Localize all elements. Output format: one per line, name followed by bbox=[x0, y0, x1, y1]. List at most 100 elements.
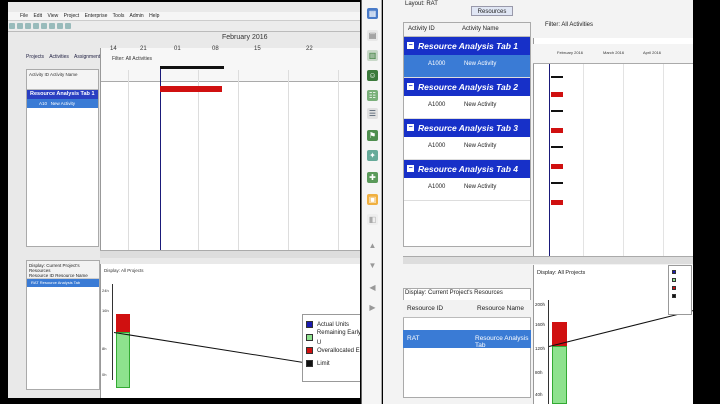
activity-id: A1000 bbox=[428, 143, 446, 149]
toolbar-button-icon[interactable] bbox=[57, 23, 63, 29]
resource-display-label: Display: Current Project's Resources bbox=[405, 290, 503, 296]
resource-list-header: Resource ID Resource Name bbox=[403, 300, 531, 318]
menu-file[interactable]: File bbox=[20, 13, 28, 19]
menu-bar: File Edit View Project Enterprise Tools … bbox=[8, 12, 360, 21]
y-tick-label: 8h bbox=[102, 346, 107, 351]
eps-icon[interactable]: ▤ bbox=[367, 30, 378, 41]
gantt-chart[interactable] bbox=[533, 38, 693, 260]
activity-bar[interactable] bbox=[160, 86, 222, 92]
legend-swatch bbox=[306, 360, 313, 367]
histogram-legend: Actual Units Remaining Early U Overalloc… bbox=[302, 314, 360, 382]
activity-id: A10 bbox=[39, 101, 48, 106]
summary-bar[interactable] bbox=[551, 146, 563, 148]
menu-edit[interactable]: Edit bbox=[33, 13, 42, 19]
arrow-left-icon[interactable]: ◀ bbox=[367, 282, 378, 293]
gantt-month-label: February 2016 bbox=[222, 34, 268, 41]
work-products-icon[interactable]: ◧ bbox=[367, 214, 378, 225]
activities-icon[interactable]: ☷ bbox=[367, 90, 378, 101]
resource-row[interactable]: RAT Resource Analysis Tab bbox=[27, 279, 99, 287]
tab-resources[interactable]: Resources bbox=[471, 6, 513, 16]
y-tick-label: 0h bbox=[102, 372, 107, 377]
activity-id: A1000 bbox=[428, 184, 446, 190]
summary-bar[interactable] bbox=[551, 76, 563, 78]
resources-icon[interactable]: ☺ bbox=[367, 70, 378, 81]
toolbar-button-icon[interactable] bbox=[25, 23, 31, 29]
activity-bar[interactable] bbox=[551, 200, 563, 205]
table-row[interactable]: A10 New Activity bbox=[27, 99, 98, 108]
toolbar-button-icon[interactable] bbox=[33, 23, 39, 29]
resource-columns[interactable]: Resource ID Resource Name bbox=[29, 273, 97, 278]
collapse-icon[interactable]: − bbox=[407, 124, 414, 131]
table-row[interactable]: A1000 New Activity bbox=[404, 55, 530, 78]
directory-toolbar: ▦ ▤ ▥ ☺ ☷ ☰ ⚑ ✦ ✚ ▣ ◧ ▲ ▼ ◀ ▶ bbox=[361, 0, 382, 404]
column-header-activity-name[interactable]: Activity Name bbox=[462, 26, 499, 32]
risks-icon[interactable]: ✦ bbox=[367, 150, 378, 161]
resource-row[interactable]: RAT Resource Analysis Tab bbox=[403, 330, 531, 349]
group-band[interactable]: − Resource Analysis Tab 2 bbox=[404, 78, 530, 96]
group-band-label: Resource Analysis Tab 4 bbox=[418, 164, 518, 174]
horizontal-scrollbar[interactable] bbox=[100, 250, 360, 258]
tab-projects[interactable]: Projects bbox=[26, 54, 44, 60]
summary-bar[interactable] bbox=[551, 182, 563, 184]
view-tabs: Projects Activities Assignments bbox=[26, 54, 107, 60]
projects-icon[interactable]: ▦ bbox=[367, 8, 378, 19]
gantt-gridline bbox=[623, 64, 624, 260]
group-band[interactable]: Resource Analysis Tab 1 bbox=[27, 90, 98, 99]
activity-bar[interactable] bbox=[551, 92, 563, 97]
table-row[interactable]: A1000 New Activity bbox=[404, 96, 530, 119]
summary-bar[interactable] bbox=[551, 110, 563, 112]
toolbar-button-icon[interactable] bbox=[17, 23, 23, 29]
tracking-icon[interactable]: ⚑ bbox=[367, 130, 378, 141]
activity-grid-header[interactable]: Activity ID Activity Name bbox=[27, 70, 98, 90]
activity-name: New Activity bbox=[464, 102, 497, 108]
menu-tools[interactable]: Tools bbox=[113, 13, 125, 19]
y-tick-label: 16h bbox=[102, 308, 109, 313]
toolbar-button-icon[interactable] bbox=[41, 23, 47, 29]
y-tick-label: 24h bbox=[102, 288, 109, 293]
assignments-icon[interactable]: ☰ bbox=[367, 108, 378, 119]
tab-activities[interactable]: Activities bbox=[49, 54, 69, 60]
right-primavera-window: Layout: RAT Resources Activity ID Activi… bbox=[383, 0, 693, 404]
group-band[interactable]: − Resource Analysis Tab 3 bbox=[404, 119, 530, 137]
activity-bar[interactable] bbox=[551, 128, 563, 133]
toolbar-button-icon[interactable] bbox=[49, 23, 55, 29]
column-header-resource-id[interactable]: Resource ID bbox=[407, 305, 443, 312]
table-row[interactable]: A1000 New Activity bbox=[404, 178, 530, 201]
activity-bar[interactable] bbox=[551, 164, 563, 169]
legend-item: Limit bbox=[306, 357, 360, 370]
overallocated-bar bbox=[116, 314, 130, 332]
gantt-month-label: February 2016 bbox=[557, 50, 584, 55]
legend-swatch bbox=[672, 278, 676, 282]
issues-icon[interactable]: ✚ bbox=[367, 172, 378, 183]
menu-project[interactable]: Project bbox=[64, 13, 80, 19]
collapse-icon[interactable]: − bbox=[407, 165, 414, 172]
menu-enterprise[interactable]: Enterprise bbox=[85, 13, 108, 19]
menu-help[interactable]: Help bbox=[149, 13, 159, 19]
legend-swatch bbox=[306, 321, 313, 328]
toolbar-button-icon[interactable] bbox=[65, 23, 71, 29]
summary-bar[interactable] bbox=[160, 66, 224, 69]
reports-icon[interactable]: ▣ bbox=[367, 194, 378, 205]
gantt-chart[interactable] bbox=[100, 48, 360, 252]
arrow-right-icon[interactable]: ▶ bbox=[367, 302, 378, 313]
menu-view[interactable]: View bbox=[47, 13, 58, 19]
gantt-day-label: 22 bbox=[306, 46, 313, 52]
table-row[interactable]: A1000 New Activity bbox=[404, 137, 530, 160]
collapse-icon[interactable]: − bbox=[407, 42, 414, 49]
group-band[interactable]: − Resource Analysis Tab 4 bbox=[404, 160, 530, 178]
tab-assignments[interactable]: Assignments bbox=[74, 54, 103, 60]
collapse-icon[interactable]: − bbox=[407, 83, 414, 90]
group-band[interactable]: − Resource Analysis Tab 1 bbox=[404, 37, 530, 55]
y-tick-label: 200h bbox=[535, 302, 546, 307]
horizontal-scrollbar[interactable] bbox=[403, 256, 693, 264]
column-header-activity-id[interactable]: Activity ID bbox=[408, 26, 435, 32]
arrow-down-icon[interactable]: ▼ bbox=[367, 260, 378, 271]
resource-name: Resource Analysis Tab bbox=[475, 335, 529, 349]
arrow-up-icon[interactable]: ▲ bbox=[367, 240, 378, 251]
histogram-display-label: Display: All Projects bbox=[104, 268, 144, 273]
wbs-icon[interactable]: ▥ bbox=[367, 50, 378, 61]
column-header-resource-name[interactable]: Resource Name bbox=[477, 305, 524, 312]
activity-name: New Activity bbox=[464, 143, 497, 149]
menu-admin[interactable]: Admin bbox=[129, 13, 143, 19]
toolbar-button-icon[interactable] bbox=[9, 23, 15, 29]
